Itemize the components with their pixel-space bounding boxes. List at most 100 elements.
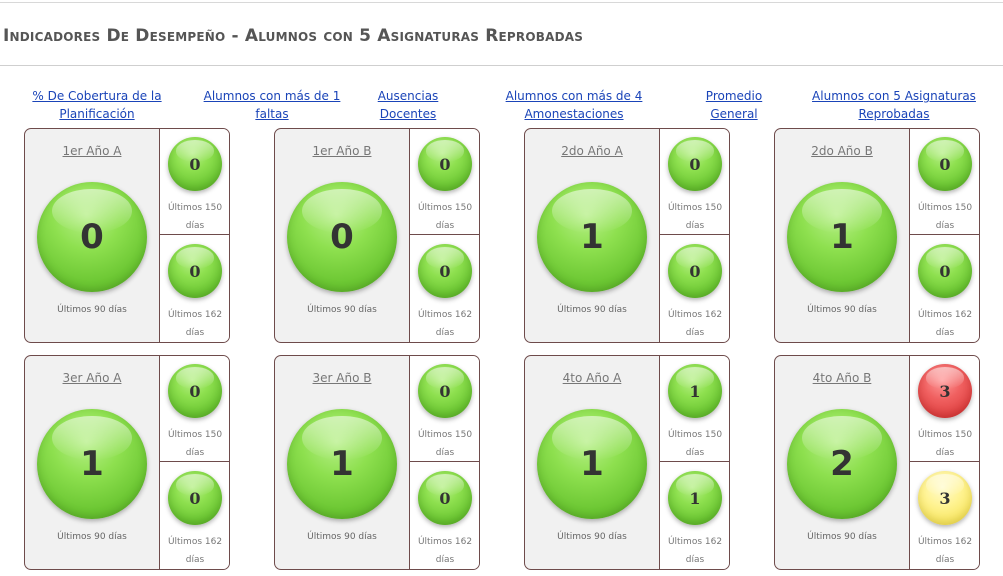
period-caption: Últimos 90 días xyxy=(57,305,127,315)
indicator-ball-150-days[interactable]: 0 xyxy=(418,137,472,191)
card-side-panel: 1 Últimos 150 días 1 Últimos 162 días xyxy=(659,356,729,569)
indicator-ball-90-days[interactable]: 1 xyxy=(537,409,647,519)
side-cell-162: 0 Últimos 162 días xyxy=(160,463,229,569)
indicator-card: 1er Año B 0 Últimos 90 días 0 Últimos 150 dí… xyxy=(274,128,480,343)
course-name-link[interactable]: 3er Año B xyxy=(275,371,409,385)
side-cell-150: 1 Últimos 150 días xyxy=(660,356,729,462)
side-cell-150: 0 Últimos 150 días xyxy=(410,129,479,235)
side-cell-162: 1 Últimos 162 días xyxy=(660,463,729,569)
period-caption: Últimos 150 días xyxy=(417,430,473,458)
nav-link-promedio-general[interactable]: Promedio General xyxy=(700,87,768,123)
period-caption: Últimos 162 días xyxy=(917,537,973,565)
indicator-ball-90-days[interactable]: 1 xyxy=(287,409,397,519)
indicator-value: 2 xyxy=(830,444,854,484)
indicator-ball-150-days[interactable]: 0 xyxy=(168,364,222,418)
indicator-ball-162-days[interactable]: 3 xyxy=(918,471,972,525)
indicator-card: 4to Año A 1 Últimos 90 días 1 Últimos 150 dí… xyxy=(524,355,730,570)
period-caption: Últimos 90 días xyxy=(557,532,627,542)
card-main-panel: 3er Año B 1 Últimos 90 días xyxy=(275,356,409,569)
indicator-value: 0 xyxy=(189,381,201,401)
indicator-value: 3 xyxy=(939,381,951,401)
card-side-panel: 0 Últimos 150 días 0 Últimos 162 días xyxy=(909,129,979,342)
indicator-ball-150-days[interactable]: 0 xyxy=(668,137,722,191)
indicator-ball-150-days[interactable]: 0 xyxy=(918,137,972,191)
indicator-ball-162-days[interactable]: 1 xyxy=(668,471,722,525)
card-main-panel: 1er Año B 0 Últimos 90 días xyxy=(275,129,409,342)
nav-link-asignaturas-reprobadas[interactable]: Alumnos con 5 Asignaturas Reprobadas xyxy=(810,87,978,123)
side-cell-162: 0 Últimos 162 días xyxy=(410,236,479,342)
indicator-ball-90-days[interactable]: 0 xyxy=(37,182,147,292)
course-name-link[interactable]: 2do Año A xyxy=(525,144,659,158)
card-main-panel: 2do Año B 1 Últimos 90 días xyxy=(775,129,909,342)
nav-link-alumnos-faltas[interactable]: Alumnos con más de 1 faltas xyxy=(203,87,341,123)
indicator-value: 0 xyxy=(80,217,104,257)
period-caption: Últimos 150 días xyxy=(417,203,473,231)
indicator-value: 0 xyxy=(439,261,451,281)
indicator-value: 1 xyxy=(830,217,854,257)
course-name-link[interactable]: 3er Año A xyxy=(25,371,159,385)
indicator-ball-90-days[interactable]: 2 xyxy=(787,409,897,519)
nav-link-ausencias-docentes[interactable]: Ausencias Docentes xyxy=(372,87,444,123)
course-name-link[interactable]: 1er Año B xyxy=(275,144,409,158)
indicator-value: 0 xyxy=(939,261,951,281)
side-cell-162: 0 Últimos 162 días xyxy=(160,236,229,342)
course-name-link[interactable]: 2do Año B xyxy=(775,144,909,158)
nav-link-cobertura-planificacion[interactable]: % De Cobertura de la Planificación xyxy=(30,87,164,123)
side-cell-150: 0 Últimos 150 días xyxy=(160,129,229,235)
indicator-value: 0 xyxy=(439,381,451,401)
card-main-panel: 1er Año A 0 Últimos 90 días xyxy=(25,129,159,342)
title-divider xyxy=(0,65,1003,66)
card-main-panel: 2do Año A 1 Últimos 90 días xyxy=(525,129,659,342)
indicator-value: 1 xyxy=(580,444,604,484)
period-caption: Últimos 150 días xyxy=(917,430,973,458)
indicator-value: 1 xyxy=(689,488,701,508)
indicator-ball-90-days[interactable]: 0 xyxy=(287,182,397,292)
period-caption: Últimos 162 días xyxy=(167,310,223,338)
card-side-panel: 0 Últimos 150 días 0 Últimos 162 días xyxy=(159,356,229,569)
indicator-ball-162-days[interactable]: 0 xyxy=(418,244,472,298)
course-name-link[interactable]: 1er Año A xyxy=(25,144,159,158)
page-title: Indicadores De Desempeño - Alumnos con 5… xyxy=(3,26,584,46)
indicator-value: 0 xyxy=(689,261,701,281)
indicator-ball-162-days[interactable]: 0 xyxy=(918,244,972,298)
card-side-panel: 3 Últimos 150 días 3 Últimos 162 días xyxy=(909,356,979,569)
period-caption: Últimos 162 días xyxy=(667,310,723,338)
indicator-value: 0 xyxy=(189,488,201,508)
indicator-ball-150-days[interactable]: 1 xyxy=(668,364,722,418)
indicator-ball-90-days[interactable]: 1 xyxy=(37,409,147,519)
nav-link-alumnos-amonestaciones[interactable]: Alumnos con más de 4 Amonestaciones xyxy=(505,87,643,123)
indicator-value: 0 xyxy=(439,488,451,508)
indicator-ball-162-days[interactable]: 0 xyxy=(168,471,222,525)
indicator-ball-150-days[interactable]: 3 xyxy=(918,364,972,418)
course-name-link[interactable]: 4to Año A xyxy=(525,371,659,385)
period-caption: Últimos 162 días xyxy=(167,537,223,565)
side-cell-162: 3 Últimos 162 días xyxy=(910,463,979,569)
period-caption: Últimos 90 días xyxy=(557,305,627,315)
indicator-value: 3 xyxy=(939,488,951,508)
period-caption: Últimos 150 días xyxy=(167,203,223,231)
indicator-value: 1 xyxy=(80,444,104,484)
card-side-panel: 0 Últimos 150 días 0 Últimos 162 días xyxy=(659,129,729,342)
indicator-value: 0 xyxy=(189,261,201,281)
side-cell-162: 0 Últimos 162 días xyxy=(910,236,979,342)
top-divider xyxy=(0,2,1003,3)
indicator-ball-90-days[interactable]: 1 xyxy=(787,182,897,292)
period-caption: Últimos 90 días xyxy=(307,305,377,315)
indicator-card: 3er Año A 1 Últimos 90 días 0 Últimos 150 dí… xyxy=(24,355,230,570)
indicator-card: 1er Año A 0 Últimos 90 días 0 Últimos 150 dí… xyxy=(24,128,230,343)
indicator-ball-162-days[interactable]: 0 xyxy=(418,471,472,525)
indicator-value: 0 xyxy=(189,154,201,174)
indicator-value: 1 xyxy=(330,444,354,484)
period-caption: Últimos 162 días xyxy=(417,537,473,565)
indicator-ball-162-days[interactable]: 0 xyxy=(668,244,722,298)
indicator-ball-90-days[interactable]: 1 xyxy=(537,182,647,292)
indicator-ball-162-days[interactable]: 0 xyxy=(168,244,222,298)
indicator-card: 2do Año B 1 Últimos 90 días 0 Últimos 150 dí… xyxy=(774,128,980,343)
period-caption: Últimos 150 días xyxy=(167,430,223,458)
indicator-ball-150-days[interactable]: 0 xyxy=(418,364,472,418)
indicator-ball-150-days[interactable]: 0 xyxy=(168,137,222,191)
indicator-value: 0 xyxy=(689,154,701,174)
course-name-link[interactable]: 4to Año B xyxy=(775,371,909,385)
side-cell-150: 3 Últimos 150 días xyxy=(910,356,979,462)
period-caption: Últimos 150 días xyxy=(667,203,723,231)
